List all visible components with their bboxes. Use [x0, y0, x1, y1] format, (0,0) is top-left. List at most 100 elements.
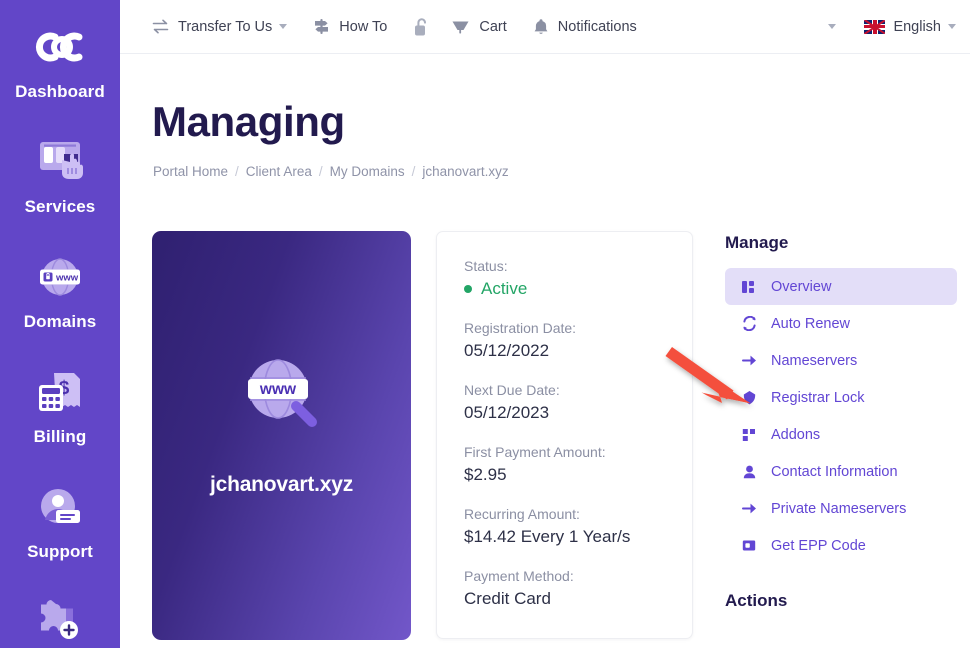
breadcrumb-separator: /	[411, 164, 416, 179]
breadcrumb-separator: /	[235, 164, 239, 179]
language-selector[interactable]: English	[864, 19, 956, 35]
manage-item-overview[interactable]: Overview	[725, 268, 957, 305]
domain-name-label: jchanovart.xyz	[209, 473, 354, 496]
user-chat-icon	[31, 478, 89, 536]
domain-details-card: Status: Active Registration Date: 05/12/…	[436, 231, 693, 639]
layout-blocks-icon	[739, 280, 759, 294]
nav-overflow-chevron-down-icon[interactable]	[828, 24, 837, 29]
manage-item-label: Get EPP Code	[771, 537, 866, 554]
detail-label: Payment Method:	[464, 568, 574, 584]
manage-panel: Manage Overview Auto Renew Nameservers R…	[725, 231, 957, 611]
detail-row-registration-date: Registration Date: 05/12/2022	[464, 320, 665, 361]
sidebar-item-label: Dashboard	[15, 82, 105, 101]
detail-label: Status:	[464, 258, 508, 274]
open-padlock-icon	[413, 17, 429, 37]
breadcrumb-item-client-area[interactable]: Client Area	[246, 164, 312, 179]
manage-item-addons[interactable]: Addons	[725, 416, 957, 453]
left-sidebar: Dashboard Services www Domains $ Billing…	[0, 0, 120, 648]
sidebar-item-billing[interactable]: $ Billing	[0, 355, 120, 470]
sidebar-item-label: Domains	[23, 312, 97, 331]
renew-cycle-icon	[739, 316, 759, 331]
breadcrumb-item-portal-home[interactable]: Portal Home	[153, 164, 228, 179]
detail-label: Registration Date:	[464, 320, 577, 336]
svg-text:www: www	[258, 381, 296, 398]
sidebar-item-services[interactable]: Services	[0, 125, 120, 240]
breadcrumb-item-current-domain[interactable]: jchanovart.xyz	[422, 164, 508, 179]
detail-label: First Payment Amount:	[464, 444, 606, 460]
calculator-invoice-icon: $	[31, 363, 89, 421]
signpost-icon	[313, 18, 330, 35]
shield-lock-icon	[739, 390, 759, 405]
nav-label: Notifications	[557, 18, 637, 35]
detail-label: Recurring Amount:	[464, 506, 580, 522]
detail-value: 05/12/2023	[464, 403, 550, 422]
person-icon	[739, 465, 759, 479]
monitor-click-icon	[31, 133, 89, 191]
nav-label: How To	[339, 18, 388, 35]
breadcrumb-item-my-domains[interactable]: My Domains	[330, 164, 405, 179]
sidebar-item-support[interactable]: Support	[0, 470, 120, 585]
page-title: Managing	[152, 98, 345, 145]
manage-item-label: Auto Renew	[771, 315, 850, 332]
detail-value: $2.95	[464, 465, 507, 484]
nav-transfer-to-us[interactable]: Transfer To Us	[152, 18, 288, 35]
detail-value: $14.42 Every 1 Year/s	[464, 527, 631, 546]
nav-label: Transfer To Us	[178, 18, 273, 35]
arrow-right-icon	[739, 354, 759, 367]
addons-blocks-icon	[739, 428, 759, 442]
globe-www-lock-icon: www	[31, 248, 89, 306]
manage-item-get-epp-code[interactable]: Get EPP Code	[725, 527, 957, 564]
manage-item-label: Private Nameservers	[771, 500, 907, 517]
top-navbar: Transfer To Us How To Cart Notifications…	[120, 0, 970, 54]
detail-value: Active	[481, 279, 528, 298]
bell-icon	[533, 18, 549, 36]
sidebar-item-dashboard[interactable]: Dashboard	[0, 10, 120, 125]
cart-icon	[451, 18, 470, 36]
content-row: www jchanovart.xyz Status: Active Regist…	[152, 231, 970, 648]
nav-label: Cart	[479, 18, 507, 35]
detail-value: Credit Card	[464, 589, 551, 608]
detail-label: Next Due Date:	[464, 382, 560, 398]
manage-item-label: Addons	[771, 426, 821, 443]
manage-item-contact-information[interactable]: Contact Information	[725, 453, 957, 490]
detail-row-next-due-date: Next Due Date: 05/12/2023	[464, 382, 665, 423]
manage-item-registrar-lock[interactable]: Registrar Lock	[725, 379, 957, 416]
arrow-right-icon	[739, 502, 759, 515]
sidebar-item-label: Support	[27, 542, 93, 561]
actions-heading: Actions	[725, 591, 788, 610]
breadcrumb-separator: /	[318, 164, 323, 179]
detail-value: 05/12/2022	[464, 341, 550, 360]
main-content: Transfer To Us How To Cart Notifications…	[120, 0, 970, 648]
manage-item-label: Overview	[771, 278, 832, 295]
detail-row-recurring-amount: Recurring Amount: $14.42 Every 1 Year/s	[464, 506, 665, 547]
nav-cart[interactable]: Cart	[451, 18, 507, 36]
nav-notifications[interactable]: Notifications	[533, 18, 637, 36]
nav-how-to[interactable]: How To	[313, 18, 387, 35]
manage-item-auto-renew[interactable]: Auto Renew	[725, 305, 957, 342]
transfer-arrows-icon	[152, 19, 169, 34]
logo-cc-icon	[31, 18, 89, 76]
nav-lock[interactable]	[413, 17, 429, 37]
domain-hero-card: www jchanovart.xyz	[152, 231, 411, 640]
uk-flag-icon	[864, 19, 886, 34]
manage-heading: Manage	[725, 233, 789, 252]
sidebar-item-domains[interactable]: www Domains	[0, 240, 120, 355]
code-box-icon	[739, 539, 759, 552]
status-dot-icon	[464, 285, 472, 293]
language-label: English	[893, 18, 941, 35]
chevron-down-icon[interactable]	[948, 24, 956, 29]
manage-item-label: Contact Information	[771, 463, 898, 480]
manage-item-nameservers[interactable]: Nameservers	[725, 342, 957, 379]
status-badge: Active	[464, 279, 665, 299]
manage-item-private-nameservers[interactable]: Private Nameservers	[725, 490, 957, 527]
detail-row-first-payment-amount: First Payment Amount: $2.95	[464, 444, 665, 485]
page-root: Dashboard Services www Domains $ Billing…	[0, 0, 970, 648]
manage-item-label: Registrar Lock	[771, 389, 865, 406]
detail-row-status: Status: Active	[464, 258, 665, 299]
sidebar-item-addons[interactable]	[0, 585, 120, 648]
manage-item-label: Nameservers	[771, 352, 858, 369]
globe-www-magnifier-icon: www	[232, 346, 332, 451]
svg-text:www: www	[55, 273, 79, 284]
chevron-down-icon[interactable]	[279, 24, 288, 29]
puzzle-plus-icon	[31, 593, 89, 648]
